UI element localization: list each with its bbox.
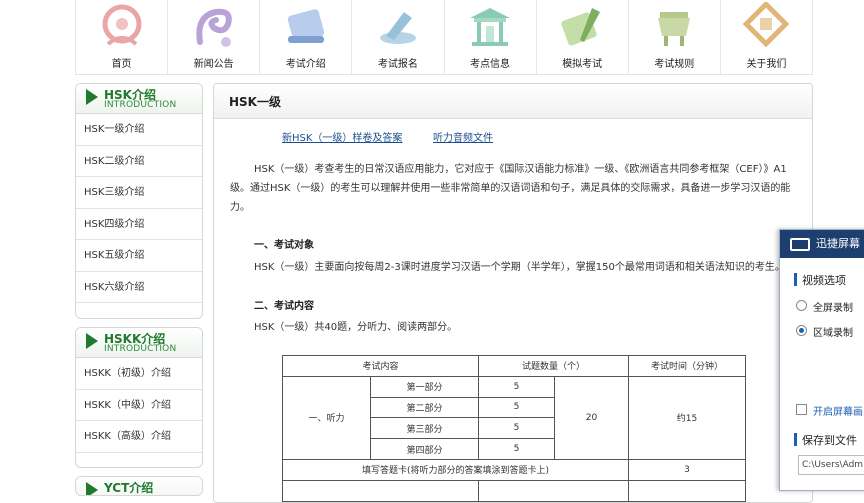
sidebar-header: HSKK介绍 INTRODUCTION (76, 328, 202, 358)
audio-file-link[interactable]: 听力音频文件 (433, 129, 493, 144)
sidebar-item-hsk1[interactable]: HSK一级介绍 (76, 114, 202, 146)
region-record-radio[interactable] (796, 325, 807, 336)
table-cell: 5 (478, 396, 555, 419)
nav-label: 考试规则 (654, 59, 695, 70)
main-content: HSK一级 新HSK（一级）样卷及答案 听力音频文件 HSK（一级）考查考生的日… (213, 83, 813, 503)
arrow-right-icon (86, 482, 98, 495)
nav-label: 考试报名 (377, 59, 418, 70)
registration-icon (379, 12, 416, 44)
table-cell: 第二部分 (370, 396, 479, 419)
mouse-draw-label[interactable]: 开启屏幕画 (813, 403, 863, 418)
nav-label: 模拟考试 (562, 59, 603, 70)
table-header-row: 考试内容 试题数量（个） 考试时间（分钟） (282, 355, 746, 377)
table-row: 填写答题卡(将听力部分的答案填涂到答题卡上) 3 (282, 458, 746, 481)
nav-item-exam-rules[interactable]: 考试规则 (627, 0, 720, 74)
full-screen-radio[interactable] (796, 300, 807, 311)
nav-item-registration[interactable]: 考试报名 (351, 0, 443, 74)
table-header: 试题数量（个） (478, 355, 629, 377)
nav-label: 考点信息 (470, 59, 511, 70)
sidebar-header: YCT介绍 (76, 477, 202, 495)
table-row: 一、听力 第一部分 5 20 约15 (282, 375, 746, 460)
table-header: 考试时间（分钟） (628, 355, 746, 377)
mouse-draw-checkbox[interactable] (796, 404, 807, 415)
sidebar-item-hskk-beginner[interactable]: HSKK（初级）介绍 (76, 358, 202, 390)
table-cell: 3 (628, 458, 746, 481)
nav-item-home[interactable]: 首页 (75, 0, 167, 74)
seal-icon (743, 2, 790, 48)
table-cell: 第一部分 (370, 375, 479, 398)
nav-item-mock-exam[interactable]: 模拟考试 (535, 0, 628, 74)
table-cell: 5 (478, 417, 555, 440)
save-path-input[interactable]: C:\Users\Adm (798, 455, 864, 475)
section-text: HSK（一级）共40题，分听力、阅读两部分。 (254, 322, 458, 333)
nav-item-exam-intro[interactable]: 考试介绍 (259, 0, 351, 74)
tripod-icon (658, 12, 691, 46)
recorder-title: 迅捷屏幕 (816, 237, 860, 250)
table-row (282, 479, 746, 502)
brush-icon (561, 8, 601, 46)
nav-label: 考试介绍 (285, 59, 326, 70)
intro-line-1: HSK（一级）考查考生的日常汉语应用能力，它对应于《国际汉语能力标准》一级、《欧… (254, 164, 787, 175)
section-title: 二、考试内容 (254, 301, 314, 312)
page-title: HSK一级 (214, 84, 812, 119)
screen-recorder-panel: 迅捷屏幕 视频选项 全屏录制 区域录制 开启屏幕画 保存到文件 C:\Users… (779, 229, 864, 491)
video-camera-icon (790, 238, 810, 251)
scroll-icon (287, 9, 324, 43)
home-emblem-icon (102, 4, 142, 46)
section-marker (794, 433, 797, 446)
nav-item-about-us[interactable]: 关于我们 (719, 0, 813, 74)
news-swirl-icon (196, 8, 232, 47)
table-header: 考试内容 (282, 355, 479, 377)
table-cell: 第四部分 (370, 438, 479, 460)
intro-line-3: 力。 (230, 202, 250, 213)
table-cell-total: 20 (554, 375, 629, 460)
nav-label: 关于我们 (746, 59, 787, 70)
arrow-right-icon (86, 89, 98, 105)
sidebar-subtitle: INTRODUCTION (104, 344, 177, 354)
sidebar-item-hsk2[interactable]: HSK二级介绍 (76, 146, 202, 177)
section-marker (794, 273, 797, 286)
nav-label: 新闻公告 (193, 59, 234, 70)
nav-item-news[interactable]: 新闻公告 (167, 0, 259, 74)
sidebar-hsk: HSK介绍 INTRODUCTION HSK一级介绍 HSK二级介绍 HSK三级… (75, 83, 203, 319)
arrow-right-icon (86, 333, 98, 349)
full-screen-label[interactable]: 全屏录制 (813, 299, 853, 314)
table-cell: 第三部分 (370, 417, 479, 440)
table-cell-time: 约15 (628, 375, 746, 460)
sidebar-yct: YCT介绍 (75, 476, 203, 496)
sidebar-item-hsk4[interactable]: HSK四级介绍 (76, 209, 202, 240)
top-nav: 首页 新闻公告 考试介绍 考试报名 考点信息 模拟考试 考试规则 关于我们 (75, 0, 813, 75)
table-cell: 填写答题卡(将听力部分的答案填涂到答题卡上) (282, 458, 629, 481)
table-cell: 5 (478, 375, 555, 398)
nav-item-venue-info[interactable]: 考点信息 (443, 0, 536, 74)
sample-paper-link[interactable]: 新HSK（一级）样卷及答案 (282, 129, 402, 144)
section-text: HSK（一级）主要面向按每周2-3课时进度学习汉语一个学期（半学年），掌握150… (254, 262, 785, 273)
nav-label: 首页 (111, 59, 132, 70)
intro-line-2: 级。通过HSK（一级）的考生可以理解并使用一些非常简单的汉语词语和句子，满足具体… (230, 183, 791, 194)
sidebar-item-hsk5[interactable]: HSK五级介绍 (76, 240, 202, 272)
sidebar-item-hsk3[interactable]: HSK三级介绍 (76, 177, 202, 209)
pavilion-icon (470, 8, 511, 46)
exam-structure-table: 考试内容 试题数量（个） 考试时间（分钟） 一、听力 第一部分 5 20 约15… (282, 355, 746, 502)
sidebar-hskk: HSKK介绍 INTRODUCTION HSKK（初级）介绍 HSKK（中级）介… (75, 327, 203, 468)
table-cell: 5 (478, 438, 555, 460)
sidebar-subtitle: INTRODUCTION (104, 100, 177, 110)
sidebar-item-hskk-advanced[interactable]: HSKK（高级）介绍 (76, 421, 202, 453)
sidebar-title: YCT介绍 (104, 481, 154, 495)
section-title: 一、考试对象 (254, 240, 314, 251)
recorder-title-bar[interactable]: 迅捷屏幕 (780, 230, 864, 258)
sidebar-header: HSK介绍 INTRODUCTION (76, 84, 202, 114)
video-options-header: 视频选项 (802, 274, 846, 287)
region-record-label[interactable]: 区域录制 (813, 324, 853, 339)
sidebar-item-hskk-intermediate[interactable]: HSKK（中级）介绍 (76, 390, 202, 421)
sidebar-item-hsk6[interactable]: HSK六级介绍 (76, 272, 202, 303)
save-file-header: 保存到文件 (802, 434, 857, 447)
table-cell-section: 一、听力 (282, 375, 371, 460)
